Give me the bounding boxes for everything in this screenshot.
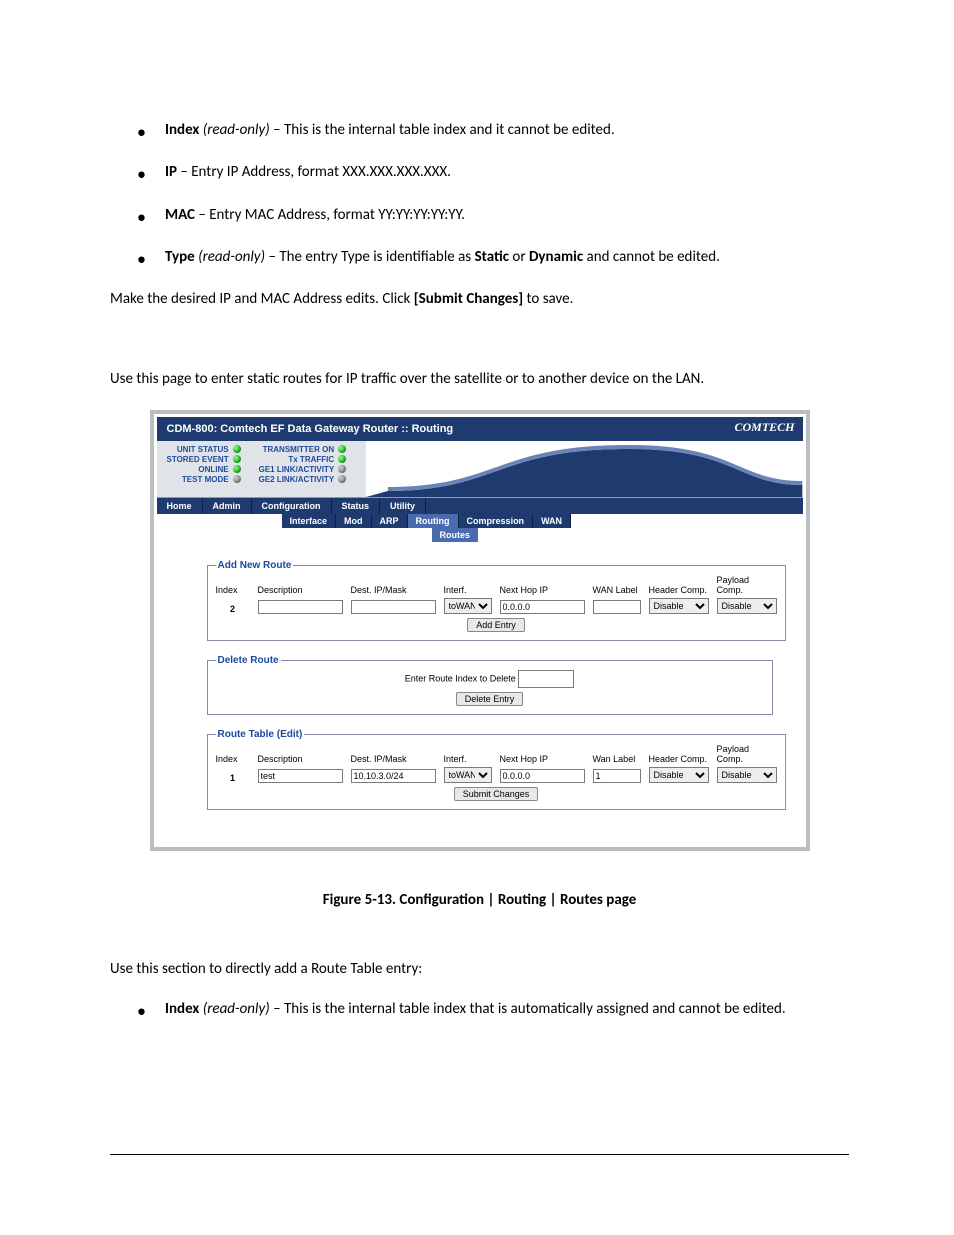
- nav1-tab[interactable]: Status: [332, 498, 381, 514]
- bullet-index: Index (read-only) – This is the internal…: [165, 120, 849, 140]
- status-led: TEST MODE: [167, 475, 241, 484]
- route-table-edit-legend: Route Table (Edit): [216, 729, 305, 740]
- status-led: GE1 LINK/ACTIVITY: [259, 465, 347, 474]
- next-hop-input[interactable]: [500, 769, 585, 783]
- nav1-tab[interactable]: Home: [157, 498, 203, 514]
- delete-label: Enter Route Index to Delete: [405, 673, 516, 683]
- save-instruction: Make the desired IP and MAC Address edit…: [110, 289, 849, 309]
- routing-intro: Use this page to enter static routes for…: [110, 369, 849, 389]
- dest-ip-mask-input[interactable]: [351, 600, 436, 614]
- column-header: Payload Comp.: [717, 575, 777, 596]
- route-table-edit-fieldset: Route Table (Edit) Index Description Dest.…: [207, 729, 786, 810]
- bullet-mac: MAC – Entry MAC Address, format YY:YY:YY…: [165, 205, 849, 225]
- bullet-type: Type (read-only) – The entry Type is ide…: [165, 247, 849, 267]
- delete-entry-button[interactable]: Delete Entry: [456, 692, 524, 706]
- add-new-route-legend: Add New Route: [216, 560, 294, 571]
- index-cell: 2: [216, 604, 250, 614]
- nav-level-1: HomeAdminConfigurationStatusUtility: [157, 498, 803, 514]
- column-header: Header Comp.: [649, 754, 709, 765]
- status-led: TRANSMITTER ON: [259, 445, 347, 454]
- column-header: Description: [258, 585, 343, 596]
- nav1-tab[interactable]: Admin: [203, 498, 252, 514]
- add-route-field-list: Index (read-only) – This is the internal…: [110, 999, 849, 1019]
- bullet-ip: IP – Entry IP Address, format XXX.XXX.XX…: [165, 162, 849, 182]
- index-cell: 1: [216, 773, 250, 783]
- column-header: Payload Comp.: [717, 744, 777, 765]
- add-new-route-fieldset: Add New Route Index Description Dest. IP/M…: [207, 560, 786, 641]
- column-header: Interf.: [444, 754, 492, 765]
- header-comp-select[interactable]: Disable: [649, 598, 709, 614]
- interface-select[interactable]: toWAN: [444, 598, 492, 614]
- status-led: UNIT STATUS: [167, 445, 241, 454]
- description-input[interactable]: [258, 769, 343, 783]
- router-screenshot: CDM-800: Comtech EF Data Gateway Router …: [150, 410, 810, 851]
- next-hop-input[interactable]: [500, 600, 585, 614]
- column-header: WAN Label: [593, 585, 641, 596]
- router-title: CDM-800: Comtech EF Data Gateway Router …: [167, 423, 454, 435]
- nav2-tab[interactable]: Interface: [282, 514, 337, 528]
- delete-route-legend: Delete Route: [216, 655, 281, 666]
- nav2-tab[interactable]: Compression: [459, 514, 534, 528]
- nav-level-3: Routes: [432, 528, 803, 542]
- column-header: Index: [216, 754, 250, 765]
- comtech-logo: COMTECH: [734, 420, 794, 435]
- arp-field-list: Index (read-only) – This is the internal…: [110, 120, 849, 267]
- column-header: Wan Label: [593, 754, 641, 765]
- column-header: Index: [216, 585, 250, 596]
- delete-route-fieldset: Delete Route Enter Route Index to Delete…: [207, 655, 773, 715]
- nav1-tab[interactable]: Configuration: [252, 498, 332, 514]
- nav3-tab[interactable]: Routes: [432, 528, 479, 542]
- nav2-tab[interactable]: ARP: [372, 514, 408, 528]
- figure-caption: Figure 5-13. Configuration | Routing | R…: [110, 891, 849, 909]
- description-input[interactable]: [258, 600, 343, 614]
- wan-label-input[interactable]: [593, 769, 641, 783]
- add-route-intro: Use this section to directly add a Route…: [110, 959, 849, 979]
- status-led: GE2 LINK/ACTIVITY: [259, 475, 347, 484]
- interface-select[interactable]: toWAN: [444, 767, 492, 783]
- submit-changes-button[interactable]: Submit Changes: [454, 787, 539, 801]
- column-header: Dest. IP/Mask: [351, 585, 436, 596]
- column-header: Header Comp.: [649, 585, 709, 596]
- header-comp-select[interactable]: Disable: [649, 767, 709, 783]
- router-banner: UNIT STATUSSTORED EVENTONLINETEST MODE T…: [157, 441, 803, 498]
- column-header: Next Hop IP: [500, 754, 585, 765]
- banner-curve-graphic: [366, 441, 802, 497]
- nav2-tab[interactable]: WAN: [533, 514, 571, 528]
- status-led: STORED EVENT: [167, 455, 241, 464]
- nav-level-2: InterfaceModARPRoutingCompressionWAN: [282, 514, 803, 528]
- status-led: Tx TRAFFIC: [259, 455, 347, 464]
- payload-comp-select[interactable]: Disable: [717, 767, 777, 783]
- column-header: Next Hop IP: [500, 585, 585, 596]
- nav1-tab[interactable]: Utility: [380, 498, 426, 514]
- column-header: Dest. IP/Mask: [351, 754, 436, 765]
- nav2-tab[interactable]: Routing: [408, 514, 459, 528]
- nav2-tab[interactable]: Mod: [336, 514, 372, 528]
- footer-rule: [110, 1154, 849, 1155]
- bullet-index-2: Index (read-only) – This is the internal…: [165, 999, 849, 1019]
- add-entry-button[interactable]: Add Entry: [467, 618, 525, 632]
- dest-ip-mask-input[interactable]: [351, 769, 436, 783]
- column-header: Description: [258, 754, 343, 765]
- delete-index-input[interactable]: [518, 670, 574, 688]
- payload-comp-select[interactable]: Disable: [717, 598, 777, 614]
- status-led: ONLINE: [167, 465, 241, 474]
- router-title-bar: CDM-800: Comtech EF Data Gateway Router …: [157, 417, 803, 441]
- wan-label-input[interactable]: [593, 600, 641, 614]
- column-header: Interf.: [444, 585, 492, 596]
